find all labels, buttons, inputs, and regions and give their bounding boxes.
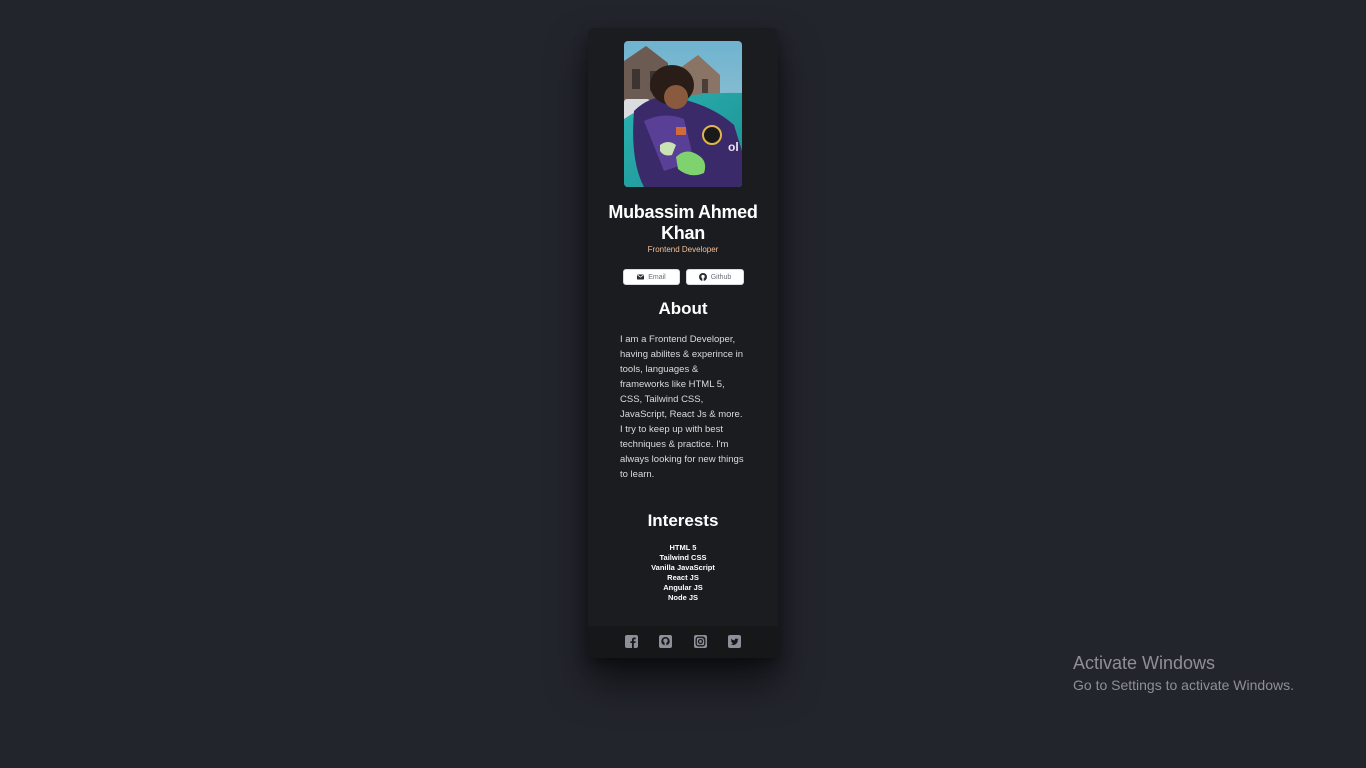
profile-photo: ol: [624, 41, 742, 187]
about-text: I am a Frontend Developer, having abilit…: [620, 334, 744, 480]
list-item: Vanilla JavaScript: [651, 563, 715, 572]
social-footer: [588, 626, 778, 658]
facebook-icon[interactable]: [625, 635, 639, 649]
interests-list: HTML 5 Tailwind CSS Vanilla JavaScript R…: [588, 543, 778, 603]
github-button-label: Github: [710, 273, 732, 281]
github-button[interactable]: Github: [686, 269, 744, 285]
profile-role: Frontend Developer: [647, 245, 719, 254]
watermark-title: Activate Windows: [1073, 653, 1216, 673]
list-item: HTML 5: [669, 543, 697, 552]
mail-icon: [637, 274, 645, 280]
about-heading: About: [658, 299, 708, 318]
list-item: Tailwind CSS: [659, 553, 707, 562]
list-item: Node JS: [667, 593, 698, 602]
list-item: React JS: [667, 573, 699, 582]
github-icon[interactable]: [659, 635, 673, 649]
profile-name: Mubassim Ahmed Khan: [608, 202, 758, 243]
watermark-subtitle: Go to Settings to activate Windows.: [1073, 677, 1294, 693]
instagram-icon[interactable]: [694, 635, 708, 649]
interests-heading: Interests: [647, 511, 719, 530]
twitter-icon[interactable]: [728, 635, 742, 649]
email-button-label: Email: [648, 273, 666, 281]
email-button[interactable]: Email: [623, 269, 680, 285]
profile-card: ol Mubassim Ahmed Khan Frontend Develope…: [588, 28, 778, 658]
windows-activation-watermark: Activate Windows Go to Settings to activ…: [1073, 652, 1294, 695]
svg-text:ol: ol: [728, 140, 739, 154]
list-item: Angular JS: [663, 583, 703, 592]
github-icon: [698, 273, 707, 281]
